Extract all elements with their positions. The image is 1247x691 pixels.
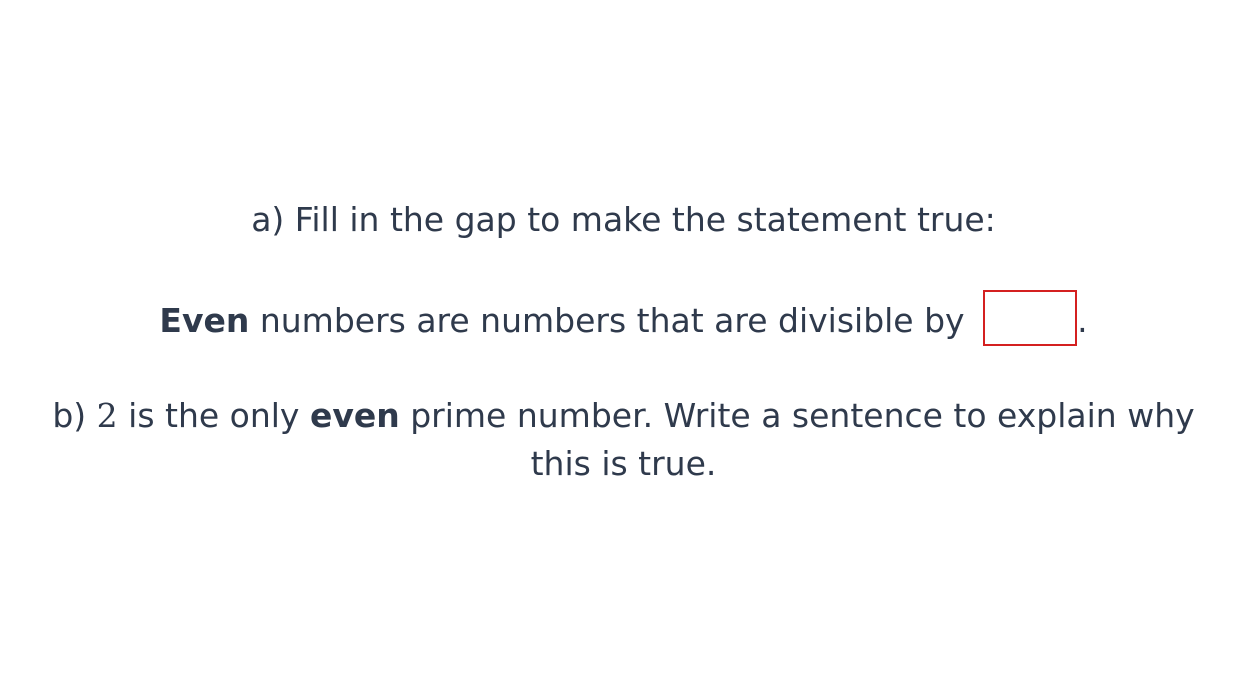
question-b-number: 2 bbox=[96, 396, 118, 435]
question-a-prompt: a) Fill in the gap to make the statement… bbox=[0, 196, 1247, 244]
statement-end: . bbox=[1077, 301, 1088, 340]
question-a-prompt-text: a) Fill in the gap to make the statement… bbox=[251, 200, 996, 239]
question-b-line-2-text: this is true. bbox=[530, 444, 717, 483]
question-b-text-1: is the only bbox=[117, 396, 310, 435]
answer-gap-input[interactable] bbox=[983, 290, 1078, 346]
question-b-line-2: this is true. bbox=[0, 440, 1247, 488]
question-b-line-1: b) 2 is the only even prime number. Writ… bbox=[0, 392, 1247, 440]
statement-text: numbers are numbers that are divisible b… bbox=[249, 301, 976, 340]
question-b-text-2: prime number. Write a sentence to explai… bbox=[399, 396, 1195, 435]
question-b-bold-word: even bbox=[309, 396, 400, 435]
statement-bold-word: Even bbox=[159, 301, 250, 340]
question-a-statement: Even numbers are numbers that are divisi… bbox=[0, 290, 1247, 346]
question-b-label: b) bbox=[52, 396, 97, 435]
